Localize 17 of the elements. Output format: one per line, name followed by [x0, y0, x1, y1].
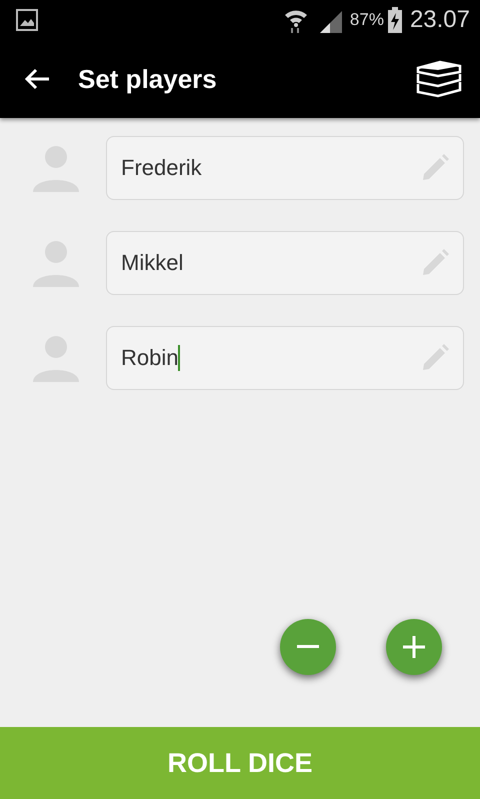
battery-charging-icon [388, 7, 402, 33]
player-name-field[interactable]: Robin [106, 326, 464, 390]
back-arrow-icon[interactable] [24, 68, 50, 90]
plus-icon [403, 636, 425, 658]
battery-percentage: 87% [350, 10, 384, 30]
books-icon[interactable] [414, 60, 462, 98]
add-player-button[interactable] [386, 619, 442, 675]
player-name-field[interactable]: Frederik [106, 136, 464, 200]
remove-player-button[interactable] [280, 619, 336, 675]
gallery-icon [16, 9, 38, 31]
clock-time: 23.07 [410, 6, 470, 34]
minus-icon [297, 645, 319, 649]
player-name-field[interactable]: Mikkel [106, 231, 464, 295]
pencil-icon [421, 154, 449, 182]
pencil-icon [421, 249, 449, 277]
pencil-icon [421, 344, 449, 372]
screen-title: Set players [78, 64, 217, 94]
